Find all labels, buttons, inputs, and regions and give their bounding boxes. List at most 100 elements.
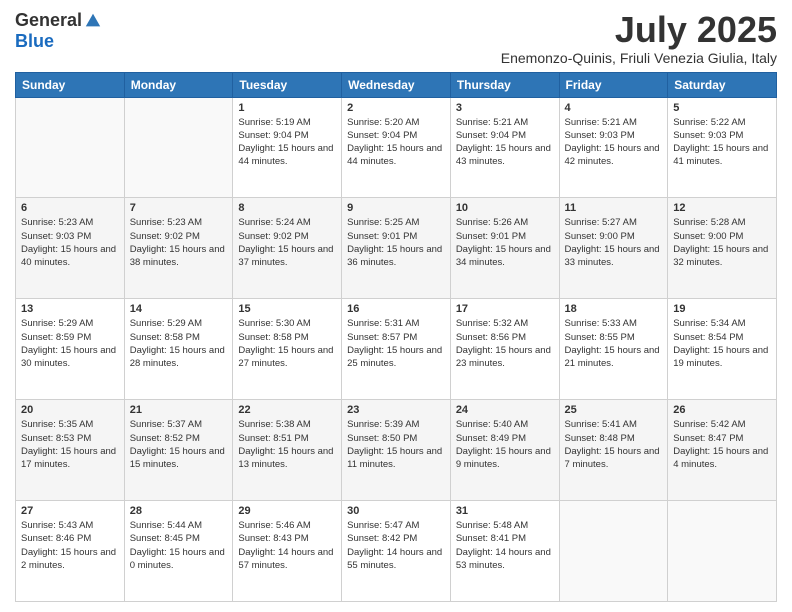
sunset-text: Sunset: 8:51 PM	[238, 433, 308, 444]
sunrise-text: Sunrise: 5:29 AM	[21, 318, 93, 329]
sunrise-text: Sunrise: 5:43 AM	[21, 520, 93, 531]
day-info: Sunrise: 5:43 AM Sunset: 8:46 PM Dayligh…	[21, 519, 119, 572]
calendar-cell: 26 Sunrise: 5:42 AM Sunset: 8:47 PM Dayl…	[668, 400, 777, 501]
sunrise-text: Sunrise: 5:37 AM	[130, 419, 202, 430]
calendar-cell: 28 Sunrise: 5:44 AM Sunset: 8:45 PM Dayl…	[124, 501, 233, 602]
day-number: 24	[456, 404, 554, 416]
daylight-text: Daylight: 15 hours and 2 minutes.	[21, 547, 116, 571]
day-info: Sunrise: 5:39 AM Sunset: 8:50 PM Dayligh…	[347, 418, 445, 471]
sunset-text: Sunset: 8:53 PM	[21, 433, 91, 444]
sunset-text: Sunset: 8:58 PM	[238, 332, 308, 343]
day-info: Sunrise: 5:33 AM Sunset: 8:55 PM Dayligh…	[565, 317, 663, 370]
sunset-text: Sunset: 9:02 PM	[238, 231, 308, 242]
page: General Blue July 2025 Enemonzo-Quinis, …	[0, 0, 792, 612]
sunset-text: Sunset: 8:42 PM	[347, 533, 417, 544]
daylight-text: Daylight: 15 hours and 15 minutes.	[130, 446, 225, 470]
daylight-text: Daylight: 15 hours and 34 minutes.	[456, 244, 551, 268]
header-tuesday: Tuesday	[233, 72, 342, 97]
sunrise-text: Sunrise: 5:42 AM	[673, 419, 745, 430]
sunrise-text: Sunrise: 5:25 AM	[347, 217, 419, 228]
calendar-cell: 11 Sunrise: 5:27 AM Sunset: 9:00 PM Dayl…	[559, 198, 668, 299]
calendar-cell: 12 Sunrise: 5:28 AM Sunset: 9:00 PM Dayl…	[668, 198, 777, 299]
day-info: Sunrise: 5:37 AM Sunset: 8:52 PM Dayligh…	[130, 418, 228, 471]
header-monday: Monday	[124, 72, 233, 97]
calendar-cell: 29 Sunrise: 5:46 AM Sunset: 8:43 PM Dayl…	[233, 501, 342, 602]
sunset-text: Sunset: 8:41 PM	[456, 533, 526, 544]
sunrise-text: Sunrise: 5:23 AM	[130, 217, 202, 228]
day-number: 26	[673, 404, 771, 416]
day-number: 29	[238, 505, 336, 517]
sunset-text: Sunset: 9:03 PM	[565, 130, 635, 141]
sunrise-text: Sunrise: 5:28 AM	[673, 217, 745, 228]
day-number: 23	[347, 404, 445, 416]
calendar-cell: 20 Sunrise: 5:35 AM Sunset: 8:53 PM Dayl…	[16, 400, 125, 501]
day-info: Sunrise: 5:28 AM Sunset: 9:00 PM Dayligh…	[673, 216, 771, 269]
day-info: Sunrise: 5:30 AM Sunset: 8:58 PM Dayligh…	[238, 317, 336, 370]
day-number: 16	[347, 303, 445, 315]
sunrise-text: Sunrise: 5:32 AM	[456, 318, 528, 329]
calendar-cell: 25 Sunrise: 5:41 AM Sunset: 8:48 PM Dayl…	[559, 400, 668, 501]
day-number: 11	[565, 202, 663, 214]
sunrise-text: Sunrise: 5:33 AM	[565, 318, 637, 329]
sunrise-text: Sunrise: 5:47 AM	[347, 520, 419, 531]
day-number: 5	[673, 102, 771, 114]
day-number: 15	[238, 303, 336, 315]
header-thursday: Thursday	[450, 72, 559, 97]
day-number: 6	[21, 202, 119, 214]
calendar-cell: 21 Sunrise: 5:37 AM Sunset: 8:52 PM Dayl…	[124, 400, 233, 501]
sunrise-text: Sunrise: 5:22 AM	[673, 117, 745, 128]
sunset-text: Sunset: 8:50 PM	[347, 433, 417, 444]
calendar-cell: 5 Sunrise: 5:22 AM Sunset: 9:03 PM Dayli…	[668, 97, 777, 198]
sunrise-text: Sunrise: 5:39 AM	[347, 419, 419, 430]
calendar-cell	[16, 97, 125, 198]
calendar-week-1: 1 Sunrise: 5:19 AM Sunset: 9:04 PM Dayli…	[16, 97, 777, 198]
header-saturday: Saturday	[668, 72, 777, 97]
day-number: 13	[21, 303, 119, 315]
sunset-text: Sunset: 9:03 PM	[21, 231, 91, 242]
sunrise-text: Sunrise: 5:21 AM	[565, 117, 637, 128]
daylight-text: Daylight: 15 hours and 43 minutes.	[456, 143, 551, 167]
daylight-text: Daylight: 14 hours and 57 minutes.	[238, 547, 333, 571]
calendar-cell: 17 Sunrise: 5:32 AM Sunset: 8:56 PM Dayl…	[450, 299, 559, 400]
day-info: Sunrise: 5:44 AM Sunset: 8:45 PM Dayligh…	[130, 519, 228, 572]
day-number: 2	[347, 102, 445, 114]
day-info: Sunrise: 5:19 AM Sunset: 9:04 PM Dayligh…	[238, 116, 336, 169]
day-number: 28	[130, 505, 228, 517]
daylight-text: Daylight: 15 hours and 40 minutes.	[21, 244, 116, 268]
calendar-cell: 7 Sunrise: 5:23 AM Sunset: 9:02 PM Dayli…	[124, 198, 233, 299]
logo-general-text: General	[15, 10, 82, 31]
calendar-cell: 3 Sunrise: 5:21 AM Sunset: 9:04 PM Dayli…	[450, 97, 559, 198]
header-sunday: Sunday	[16, 72, 125, 97]
daylight-text: Daylight: 15 hours and 0 minutes.	[130, 547, 225, 571]
calendar-cell: 6 Sunrise: 5:23 AM Sunset: 9:03 PM Dayli…	[16, 198, 125, 299]
day-info: Sunrise: 5:29 AM Sunset: 8:58 PM Dayligh…	[130, 317, 228, 370]
day-info: Sunrise: 5:34 AM Sunset: 8:54 PM Dayligh…	[673, 317, 771, 370]
weekday-header-row: Sunday Monday Tuesday Wednesday Thursday…	[16, 72, 777, 97]
sunrise-text: Sunrise: 5:48 AM	[456, 520, 528, 531]
daylight-text: Daylight: 15 hours and 42 minutes.	[565, 143, 660, 167]
calendar-cell: 1 Sunrise: 5:19 AM Sunset: 9:04 PM Dayli…	[233, 97, 342, 198]
day-info: Sunrise: 5:27 AM Sunset: 9:00 PM Dayligh…	[565, 216, 663, 269]
day-info: Sunrise: 5:22 AM Sunset: 9:03 PM Dayligh…	[673, 116, 771, 169]
calendar-cell: 2 Sunrise: 5:20 AM Sunset: 9:04 PM Dayli…	[342, 97, 451, 198]
day-info: Sunrise: 5:20 AM Sunset: 9:04 PM Dayligh…	[347, 116, 445, 169]
logo-icon	[84, 12, 102, 30]
sunrise-text: Sunrise: 5:23 AM	[21, 217, 93, 228]
daylight-text: Daylight: 15 hours and 19 minutes.	[673, 345, 768, 369]
daylight-text: Daylight: 15 hours and 7 minutes.	[565, 446, 660, 470]
daylight-text: Daylight: 15 hours and 25 minutes.	[347, 345, 442, 369]
sunrise-text: Sunrise: 5:29 AM	[130, 318, 202, 329]
sunrise-text: Sunrise: 5:27 AM	[565, 217, 637, 228]
daylight-text: Daylight: 14 hours and 53 minutes.	[456, 547, 551, 571]
day-number: 31	[456, 505, 554, 517]
sunset-text: Sunset: 8:46 PM	[21, 533, 91, 544]
day-number: 3	[456, 102, 554, 114]
sunset-text: Sunset: 8:59 PM	[21, 332, 91, 343]
day-info: Sunrise: 5:24 AM Sunset: 9:02 PM Dayligh…	[238, 216, 336, 269]
sunrise-text: Sunrise: 5:21 AM	[456, 117, 528, 128]
sunset-text: Sunset: 9:03 PM	[673, 130, 743, 141]
sunset-text: Sunset: 8:57 PM	[347, 332, 417, 343]
daylight-text: Daylight: 15 hours and 21 minutes.	[565, 345, 660, 369]
sunrise-text: Sunrise: 5:46 AM	[238, 520, 310, 531]
day-number: 14	[130, 303, 228, 315]
